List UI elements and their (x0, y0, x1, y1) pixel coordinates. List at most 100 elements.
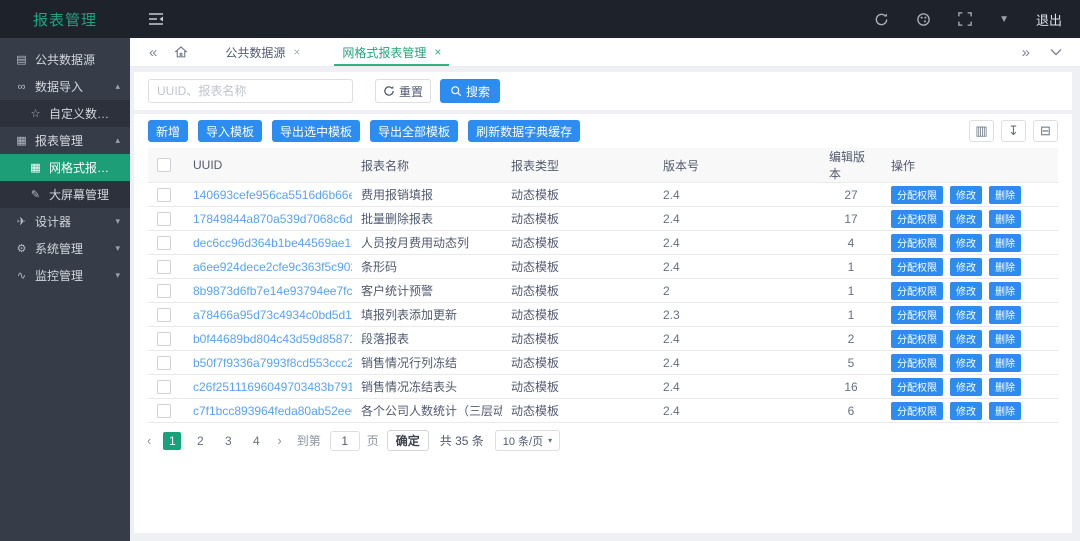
row-action-button[interactable]: 删除 (989, 234, 1021, 252)
row-action-button[interactable]: 分配权限 (891, 354, 943, 372)
toolbar-action-button[interactable]: 导入模板 (198, 120, 262, 142)
uuid-link[interactable]: a78466a95d73c4934c0bd5d11... (193, 308, 352, 322)
row-checkbox[interactable] (157, 380, 171, 394)
row-action-button[interactable]: 分配权限 (891, 210, 943, 228)
uuid-link[interactable]: c7f1bcc893964feda80ab52ee0... (193, 404, 352, 418)
column-header-uuid: UUID (184, 148, 352, 183)
sidebar-item[interactable]: ☆自定义数据导入 (0, 100, 130, 127)
page-number-button[interactable]: 3 (219, 432, 237, 450)
page-number-button[interactable]: 2 (191, 432, 209, 450)
tabs-menu-icon[interactable] (1050, 43, 1062, 61)
uuid-link[interactable]: b0f44689bd804c43d59d85871a... (193, 332, 352, 346)
page-size-select[interactable]: 10 条/页 ▾ (495, 430, 560, 451)
row-checkbox[interactable] (157, 188, 171, 202)
row-action-button[interactable]: 删除 (989, 354, 1021, 372)
search-button[interactable]: 搜索 (440, 79, 500, 103)
row-action-button[interactable]: 删除 (989, 210, 1021, 228)
row-checkbox[interactable] (157, 356, 171, 370)
row-checkbox[interactable] (157, 236, 171, 250)
sidebar-item[interactable]: ✎大屏幕管理 (0, 181, 130, 208)
uuid-link[interactable]: b50f7f9336a7993f8cd553ccc22... (193, 356, 352, 370)
row-action-button[interactable]: 分配权限 (891, 306, 943, 324)
toolbar-action-button[interactable]: 新增 (148, 120, 188, 142)
home-icon[interactable] (174, 38, 188, 66)
close-tab-icon[interactable]: × (293, 45, 300, 59)
prev-page-button[interactable]: ‹ (140, 433, 158, 448)
sidebar-item[interactable]: ▦报表管理▴ (0, 127, 130, 154)
theme-icon[interactable] (916, 12, 931, 27)
row-action-button[interactable]: 分配权限 (891, 330, 943, 348)
select-all-checkbox[interactable] (157, 158, 171, 172)
tab[interactable]: 公共数据源× (221, 38, 304, 66)
row-action-button[interactable]: 删除 (989, 330, 1021, 348)
sidebar-item[interactable]: ⚙系统管理▾ (0, 235, 130, 262)
row-checkbox[interactable] (157, 404, 171, 418)
row-action-button[interactable]: 分配权限 (891, 186, 943, 204)
page-number-button[interactable]: 4 (247, 432, 265, 450)
row-action-button[interactable]: 删除 (989, 186, 1021, 204)
row-action-button[interactable]: 分配权限 (891, 402, 943, 420)
tab[interactable]: 网格式报表管理× (338, 38, 445, 66)
row-action-button[interactable]: 修改 (950, 186, 982, 204)
next-page-button[interactable]: › (270, 433, 288, 448)
row-action-button[interactable]: 修改 (950, 330, 982, 348)
page-number-button[interactable]: 1 (163, 432, 181, 450)
uuid-link[interactable]: 8b9873d6fb7e14e93794ee7fc1... (193, 284, 352, 298)
toolbar-action-button[interactable]: 导出选中模板 (272, 120, 360, 142)
row-action-button[interactable]: 分配权限 (891, 282, 943, 300)
reset-button-label: 重置 (399, 83, 423, 100)
sidebar-item[interactable]: ✈设计器▾ (0, 208, 130, 235)
sidebar-item-label: 报表管理 (35, 132, 83, 149)
uuid-link[interactable]: dec6cc96d364b1be44569ae18... (193, 236, 352, 250)
row-checkbox[interactable] (157, 212, 171, 226)
row-action-button[interactable]: 分配权限 (891, 234, 943, 252)
row-action-button[interactable]: 修改 (950, 402, 982, 420)
reset-button[interactable]: 重置 (375, 79, 431, 103)
table-row: c26f25111696049703483b7915...销售情况冻结表头动态模… (148, 375, 1058, 399)
confirm-jump-button[interactable]: 确定 (387, 430, 429, 451)
jump-page-input[interactable] (330, 431, 360, 451)
collapse-sidebar-icon[interactable] (148, 12, 164, 26)
row-checkbox[interactable] (157, 284, 171, 298)
caret-down-icon[interactable]: ▼ (999, 14, 1009, 25)
send-icon: ✈ (14, 215, 29, 228)
row-action-button[interactable]: 修改 (950, 210, 982, 228)
fullscreen-icon[interactable] (958, 12, 972, 26)
row-action-button[interactable]: 修改 (950, 282, 982, 300)
toolbar-action-button[interactable]: 导出全部模板 (370, 120, 458, 142)
sidebar-item[interactable]: ▦网格式报表管理 (0, 154, 130, 181)
sidebar-item[interactable]: ∞数据导入▴ (0, 73, 130, 100)
chevron-down-icon: ▾ (115, 270, 120, 281)
row-action-button[interactable]: 删除 (989, 282, 1021, 300)
sidebar-item[interactable]: ∿监控管理▾ (0, 262, 130, 289)
export-icon[interactable]: ↧ (1001, 120, 1026, 142)
row-action-button[interactable]: 删除 (989, 306, 1021, 324)
row-action-button[interactable]: 删除 (989, 258, 1021, 276)
row-action-button[interactable]: 修改 (950, 258, 982, 276)
row-action-button[interactable]: 修改 (950, 234, 982, 252)
close-tab-icon[interactable]: × (434, 45, 441, 59)
row-action-button[interactable]: 修改 (950, 306, 982, 324)
row-action-button[interactable]: 删除 (989, 402, 1021, 420)
scroll-tabs-right-button[interactable]: » (1022, 44, 1030, 61)
row-action-button[interactable]: 修改 (950, 378, 982, 396)
columns-icon[interactable]: ▥ (969, 120, 994, 142)
row-action-button[interactable]: 修改 (950, 354, 982, 372)
logout-button[interactable]: 退出 (1036, 10, 1062, 29)
uuid-link[interactable]: c26f25111696049703483b7915... (193, 380, 352, 394)
row-checkbox[interactable] (157, 260, 171, 274)
row-action-button[interactable]: 分配权限 (891, 378, 943, 396)
row-checkbox[interactable] (157, 332, 171, 346)
search-input[interactable] (148, 79, 353, 103)
row-action-button[interactable]: 删除 (989, 378, 1021, 396)
refresh-icon[interactable] (874, 12, 889, 27)
print-icon[interactable]: ⊟ (1033, 120, 1058, 142)
scroll-tabs-left-button[interactable]: « (140, 38, 166, 66)
row-action-button[interactable]: 分配权限 (891, 258, 943, 276)
sidebar-item[interactable]: ▤公共数据源 (0, 46, 130, 73)
row-checkbox[interactable] (157, 308, 171, 322)
toolbar-action-button[interactable]: 刷新数据字典缓存 (468, 120, 580, 142)
uuid-link[interactable]: 17849844a870a539d7068c6d3... (193, 212, 352, 226)
uuid-link[interactable]: 140693cefe956ca5516d6b66e2... (193, 188, 352, 202)
uuid-link[interactable]: a6ee924dece2cfe9c363f5c902... (193, 260, 352, 274)
